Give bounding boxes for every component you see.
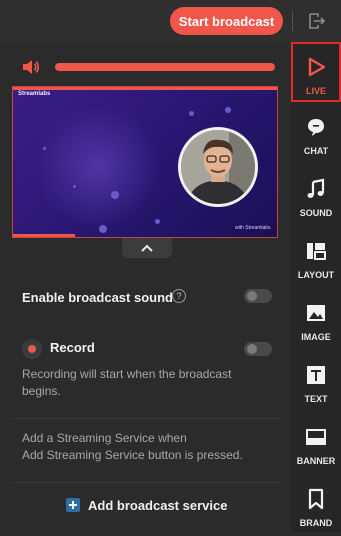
preview-glow [33,107,163,227]
preview-dot [189,111,194,116]
speaker-icon[interactable] [22,59,40,75]
play-icon [308,57,326,77]
text-icon [307,366,325,384]
volume-slider[interactable] [55,63,275,71]
sidebar-item-image[interactable]: IMAGE [291,290,341,350]
sidebar-item-layout[interactable]: LAYOUT [291,228,341,288]
broadcast-preview: Streamlabs with Streamlabs [12,86,278,238]
add-broadcast-service-button[interactable]: Add broadcast service [66,495,227,515]
record-desc-line2: begins. [22,384,61,398]
sidebar-item-label: LIVE [305,86,326,96]
record-dot [28,345,36,353]
live-panel: Streamlabs with Streamlabs Enable broadc… [0,42,291,532]
preview-bottom-line [13,234,75,237]
music-note-icon [307,178,325,198]
sidebar-item-label: BRAND [299,518,333,528]
person-figure [181,130,255,204]
section-divider [12,482,280,483]
top-bar: Start broadcast [0,0,341,42]
exit-icon[interactable] [308,12,326,30]
preview-logo: Streamlabs [18,91,51,97]
service-desc-line2: Add Streaming Service button is pressed. [22,448,243,462]
record-icon [22,339,42,359]
record-desc-line1: Recording will start when the broadcast [22,367,232,381]
banner-icon [306,429,326,445]
sidebar-item-label: CHAT [303,146,329,156]
section-divider [12,418,280,419]
plus-icon [66,498,80,512]
sidebar-item-chat[interactable]: CHAT [291,104,341,164]
layout-icon [307,243,326,260]
sidebar-item-label: SOUND [299,208,333,218]
toggle-knob [247,291,257,301]
sidebar-item-live[interactable]: LIVE [291,42,341,102]
top-divider [292,11,293,31]
chevron-up-icon [141,244,153,252]
preview-dot [225,107,231,113]
chat-bubble-icon [308,119,324,136]
sidebar-item-banner[interactable]: BANNER [291,414,341,474]
help-icon[interactable]: ? [172,289,186,303]
preview-dot [111,191,119,199]
sidebar-item-label: TEXT [304,394,328,404]
bookmark-icon [308,488,324,510]
record-toggle[interactable] [244,342,272,356]
add-service-label: Add broadcast service [88,497,228,513]
preview-watermark: with Streamlabs [235,225,271,231]
record-description: Recording will start when the broadcast … [22,366,231,400]
broadcast-sound-label: Enable broadcast sound [22,290,173,305]
toggle-knob [247,344,257,354]
preview-dot [73,185,76,188]
start-broadcast-button[interactable]: Start broadcast [170,7,283,35]
preview-dot [99,225,107,233]
sidebar-item-label: BANNER [296,456,336,466]
sidebar-item-label: LAYOUT [297,270,335,280]
sidebar-item-label: IMAGE [301,332,331,342]
service-desc-line1: Add a Streaming Service when [22,431,187,445]
collapse-preview-button[interactable] [122,238,172,258]
sidebar-item-brand[interactable]: BRAND [291,476,341,536]
record-label: Record [50,340,95,355]
service-description: Add a Streaming Service when Add Streami… [22,430,243,464]
preview-top-line [13,87,277,90]
image-icon [307,305,325,321]
preview-dot [155,219,160,224]
right-sidebar: LIVE CHAT SOUND LAYOUT IMAGE TEXT BANNER… [291,42,341,532]
preview-dot [43,147,46,150]
broadcast-sound-toggle[interactable] [244,289,272,303]
sidebar-item-text[interactable]: TEXT [291,352,341,412]
webcam-avatar [178,127,258,207]
sidebar-item-sound[interactable]: SOUND [291,166,341,226]
